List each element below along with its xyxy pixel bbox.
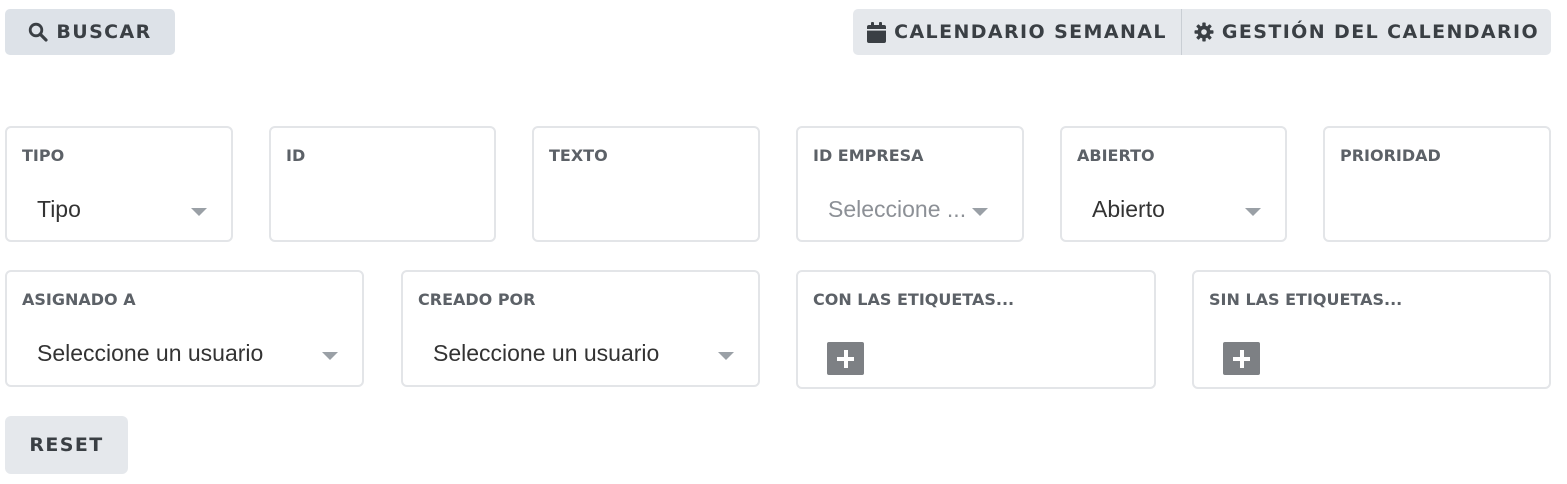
filter-con-etiquetas-label: CON LAS ETIQUETAS... [813, 290, 1015, 309]
chevron-down-icon [718, 352, 734, 360]
id-empresa-select[interactable]: Seleccione ... [828, 194, 992, 228]
tipo-select-value: Tipo [37, 196, 81, 222]
filter-id: ID [269, 126, 496, 242]
filter-tipo-label: TIPO [22, 146, 65, 165]
search-button[interactable]: BUSCAR [5, 9, 175, 55]
search-button-label: BUSCAR [56, 21, 152, 43]
abierto-select-value: Abierto [1092, 196, 1165, 222]
filter-texto: TEXTO [532, 126, 760, 242]
filter-id-label: ID [286, 146, 306, 165]
prioridad-input[interactable] [1340, 184, 1534, 238]
add-tag-include-button[interactable] [827, 342, 864, 375]
weekly-calendar-label: CALENDARIO SEMANAL [894, 21, 1167, 43]
filter-asignado-a: ASIGNADO A Seleccione un usuario [5, 270, 364, 387]
filter-creado-por: CREADO POR Seleccione un usuario [401, 270, 760, 387]
filter-sin-etiquetas-label: SIN LAS ETIQUETAS... [1209, 290, 1403, 309]
filter-tipo: TIPO Tipo [5, 126, 233, 242]
filter-texto-label: TEXTO [549, 146, 608, 165]
id-empresa-select-placeholder: Seleccione ... [828, 196, 967, 222]
chevron-down-icon [322, 352, 338, 360]
chevron-down-icon [191, 208, 207, 216]
asignado-a-select-value: Seleccione un usuario [37, 340, 264, 366]
filter-creado-por-label: CREADO POR [418, 290, 536, 309]
filter-abierto: ABIERTO Abierto [1060, 126, 1287, 242]
filter-asignado-a-label: ASIGNADO A [22, 290, 136, 309]
abierto-select[interactable]: Abierto [1092, 194, 1265, 228]
calendar-management-label: GESTIÓN DEL CALENDARIO [1221, 21, 1540, 43]
filter-sin-etiquetas: SIN LAS ETIQUETAS... [1192, 270, 1551, 389]
calendar-management-button[interactable]: GESTIÓN DEL CALENDARIO [1182, 9, 1551, 55]
reset-button-label: RESET [29, 434, 104, 456]
creado-por-select-value: Seleccione un usuario [433, 340, 660, 366]
creado-por-select[interactable]: Seleccione un usuario [433, 338, 738, 372]
id-input[interactable] [286, 184, 479, 238]
filter-con-etiquetas: CON LAS ETIQUETAS... [796, 270, 1156, 389]
filter-prioridad: PRIORIDAD [1323, 126, 1551, 242]
filter-id-empresa-label: ID EMPRESA [813, 146, 924, 165]
search-icon [29, 22, 48, 42]
weekly-calendar-button[interactable]: CALENDARIO SEMANAL [853, 9, 1182, 55]
add-tag-exclude-button[interactable] [1223, 342, 1260, 375]
texto-input[interactable] [549, 184, 743, 238]
chevron-down-icon [1245, 208, 1261, 216]
filter-prioridad-label: PRIORIDAD [1340, 146, 1441, 165]
chevron-down-icon [972, 208, 988, 216]
reset-button[interactable]: RESET [5, 416, 128, 474]
filter-abierto-label: ABIERTO [1077, 146, 1155, 165]
tipo-select[interactable]: Tipo [37, 194, 211, 228]
calendar-button-group: CALENDARIO SEMANAL GESTIÓN DEL CALENDARI… [853, 9, 1551, 55]
asignado-a-select[interactable]: Seleccione un usuario [37, 338, 342, 372]
filter-id-empresa: ID EMPRESA Seleccione ... [796, 126, 1024, 242]
calendar-icon [867, 21, 887, 43]
gear-icon [1194, 22, 1214, 42]
